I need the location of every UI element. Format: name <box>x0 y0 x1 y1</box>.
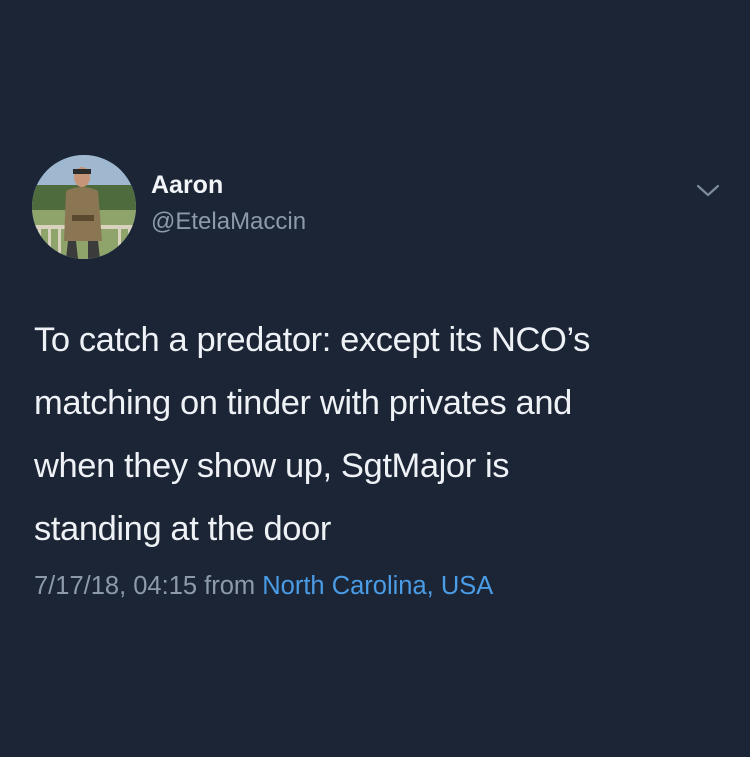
display-name[interactable]: Aaron <box>151 171 223 200</box>
user-handle[interactable]: @EtelaMaccin <box>151 208 306 236</box>
avatar[interactable] <box>32 155 136 259</box>
tweet-text: To catch a predator: except its NCO’s ma… <box>34 321 590 548</box>
from-label: from <box>204 572 256 600</box>
location-link[interactable]: North Carolina, USA <box>262 572 493 600</box>
chevron-down-icon[interactable] <box>690 176 726 204</box>
tweet-card: Aaron @EtelaMaccin To catch a predator: … <box>0 0 750 757</box>
tweet-timestamp[interactable]: 7/17/18, 04:15 <box>34 572 197 600</box>
avatar-image <box>32 155 136 259</box>
tweet-meta: 7/17/18, 04:15 from North Carolina, USA <box>34 572 493 601</box>
